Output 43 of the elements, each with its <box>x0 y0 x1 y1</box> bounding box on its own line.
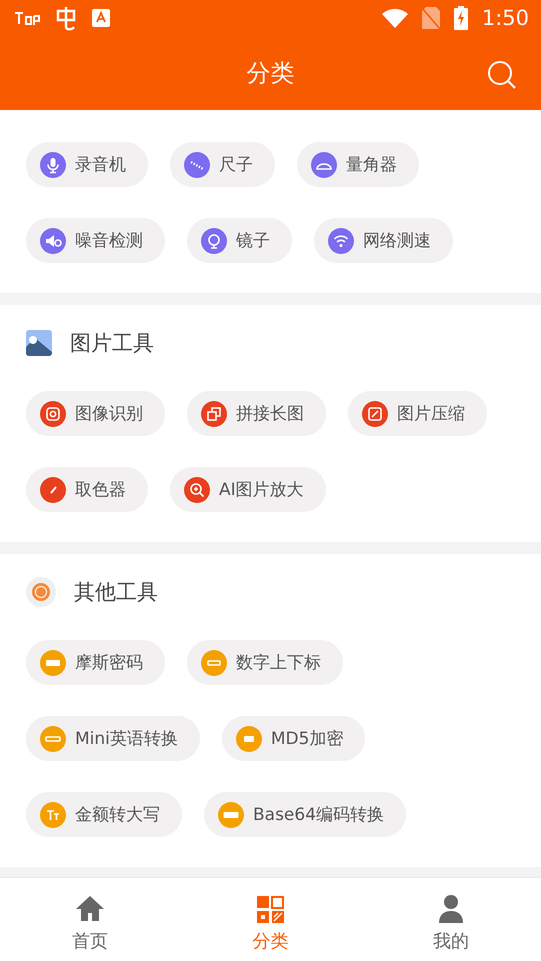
nav-tab[interactable]: 首页 <box>0 878 180 961</box>
sun-icon <box>26 577 56 607</box>
search-icon[interactable] <box>487 60 517 90</box>
protractor-icon <box>311 152 337 178</box>
tool-chip[interactable]: 图片压缩 <box>348 391 487 436</box>
wifi-icon <box>382 8 408 28</box>
tap-logo-icon <box>14 11 40 25</box>
wifi-icon <box>328 228 354 254</box>
tool-chip[interactable]: 摩斯密码 <box>26 640 165 685</box>
tool-chip[interactable]: MD5加密 <box>222 716 366 761</box>
ruler-icon <box>184 152 210 178</box>
tool-chip[interactable]: 镜子 <box>187 218 292 263</box>
tool-chip[interactable]: 录音机 <box>26 142 148 187</box>
nav-tab[interactable]: 我的 <box>360 878 541 961</box>
tool-chip[interactable]: 数字上下标 <box>187 640 343 685</box>
font-size-icon <box>40 802 66 828</box>
tool-chip[interactable]: 取色器 <box>26 467 148 512</box>
bug-icon <box>54 5 78 31</box>
battery-charging-icon <box>454 6 468 30</box>
tool-chip[interactable]: 拼接长图 <box>187 391 326 436</box>
no-sim-icon <box>422 7 440 29</box>
camera-icon <box>40 400 66 426</box>
tool-chip[interactable]: Mini英语转换 <box>26 716 200 761</box>
tool-chip[interactable]: 金额转大写 <box>26 792 182 837</box>
tool-chip[interactable]: 网络测速 <box>314 218 453 263</box>
tool-chip[interactable]: 噪音检测 <box>26 218 165 263</box>
mic-icon <box>40 152 66 178</box>
zoom-in-icon <box>184 476 210 502</box>
mirror-icon <box>201 228 227 254</box>
tool-chip[interactable]: AI图片放大 <box>170 467 326 512</box>
tool-chip[interactable]: 量角器 <box>297 142 419 187</box>
tool-chip[interactable]: 图像识别 <box>26 391 165 436</box>
page-title: 分类 <box>246 58 294 89</box>
tool-chip[interactable]: Base64编码转换 <box>204 792 406 837</box>
image-edit-icon <box>362 400 388 426</box>
status-time: 1:50 <box>482 6 529 30</box>
image-icon <box>26 330 52 356</box>
translate-icon <box>92 9 110 27</box>
section-title: 其他工具 <box>74 579 158 606</box>
speaker-icon <box>40 228 66 254</box>
section-title: 图片工具 <box>70 330 154 357</box>
tool-chip[interactable]: 尺子 <box>170 142 275 187</box>
overlap-squares-icon <box>201 400 227 426</box>
